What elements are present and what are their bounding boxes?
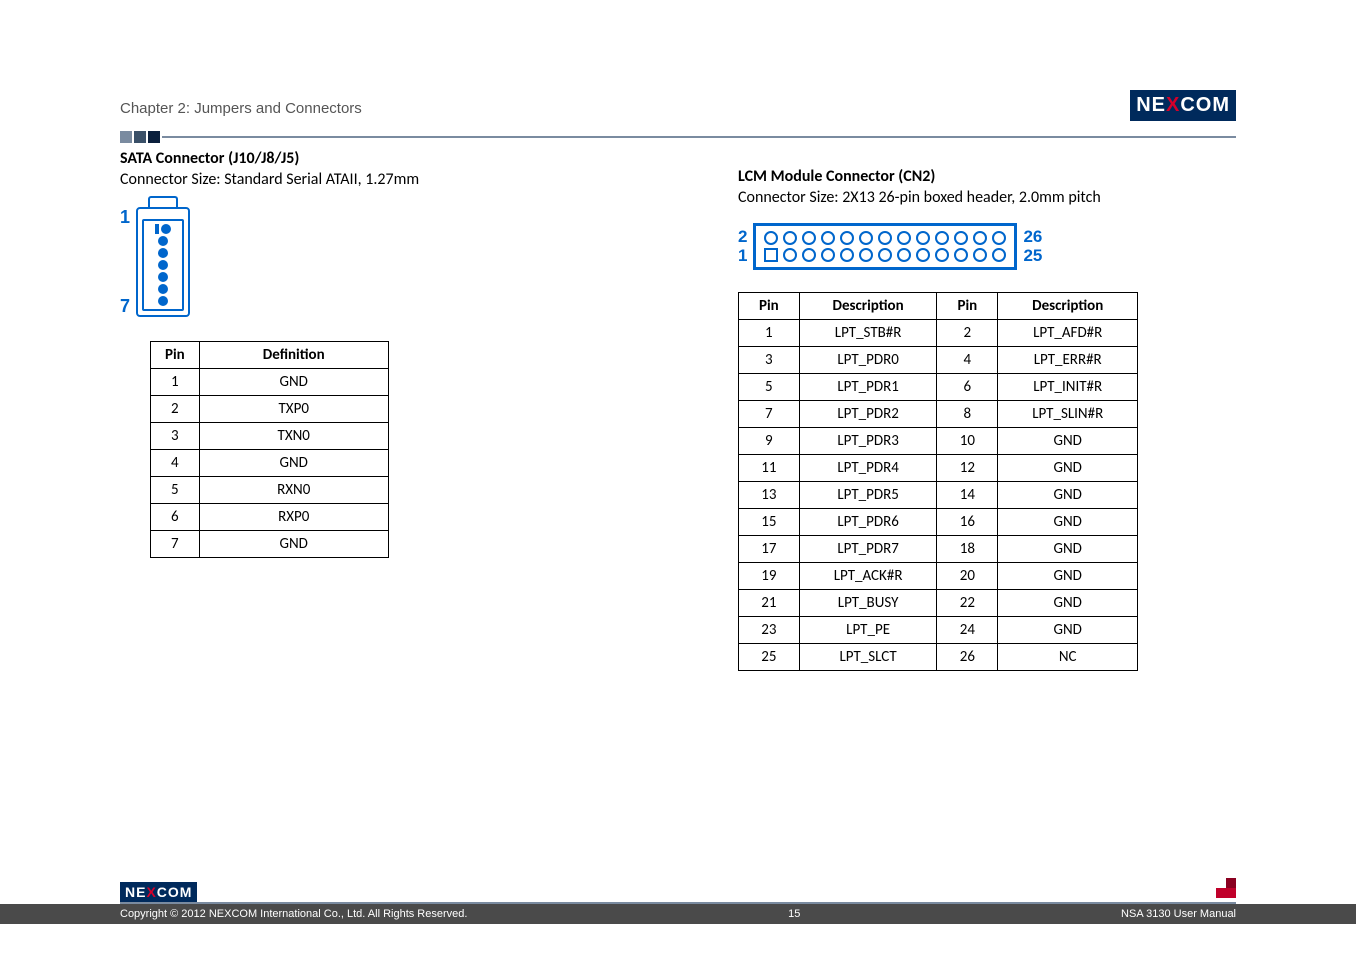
lcm-th-pin1: Pin: [739, 293, 800, 320]
table-row: 4GND: [151, 450, 389, 477]
table-row: 2TXP0: [151, 396, 389, 423]
lcm-connector-diagram: 2 1 26 25: [738, 223, 1236, 270]
sata-pin-1-label: 1: [120, 207, 130, 228]
table-row: 21LPT_BUSY22GND: [739, 590, 1138, 617]
table-row: 1GND: [151, 369, 389, 396]
lcm-title: LCM Module Connector (CN2): [738, 167, 1236, 186]
table-row: 5RXN0: [151, 477, 389, 504]
sata-th-def: Definition: [199, 342, 388, 369]
lcm-pin-26-label: 26: [1023, 228, 1042, 247]
lcm-pin-25-label: 25: [1023, 247, 1042, 266]
table-row: 6RXP0: [151, 504, 389, 531]
table-row: 11LPT_PDR412GND: [739, 455, 1138, 482]
table-row: 3TXN0: [151, 423, 389, 450]
divider-top: [120, 131, 1236, 143]
footer-page-number: 15: [467, 908, 1121, 920]
table-row: 7LPT_PDR28LPT_SLIN#R: [739, 401, 1138, 428]
footer-copyright: Copyright © 2012 NEXCOM International Co…: [120, 908, 467, 920]
sata-th-pin: Pin: [151, 342, 200, 369]
table-row: 19LPT_ACK#R20GND: [739, 563, 1138, 590]
page-footer: NEXCOM Copyright © 2012 NEXCOM Internati…: [0, 882, 1356, 924]
sata-connector-diagram: 1 7: [120, 207, 618, 317]
table-row: 5LPT_PDR16LPT_INIT#R: [739, 374, 1138, 401]
brand-com: COM: [1180, 94, 1230, 116]
lcm-th-desc1: Description: [799, 293, 937, 320]
lcm-th-desc2: Description: [998, 293, 1138, 320]
lcm-pin-2-label: 2: [738, 228, 747, 247]
sata-pinout-table: Pin Definition 1GND2TXP03TXN04GND5RXN06R…: [150, 341, 389, 558]
brand-logo: NEXCOM: [1130, 90, 1236, 121]
table-row: 9LPT_PDR310GND: [739, 428, 1138, 455]
table-row: 15LPT_PDR616GND: [739, 509, 1138, 536]
brand-ne: NE: [1136, 94, 1166, 116]
table-row: 17LPT_PDR718GND: [739, 536, 1138, 563]
lcm-pinout-table: Pin Description Pin Description 1LPT_STB…: [738, 292, 1138, 671]
lcm-subtitle: Connector Size: 2X13 26-pin boxed header…: [738, 188, 1236, 207]
table-row: 7GND: [151, 531, 389, 558]
footer-doc-title: NSA 3130 User Manual: [1121, 908, 1236, 920]
footer-brand-logo: NEXCOM: [120, 882, 197, 902]
lcm-pin-1-label: 1: [738, 247, 747, 266]
lcm-th-pin2: Pin: [937, 293, 998, 320]
table-row: 3LPT_PDR04LPT_ERR#R: [739, 347, 1138, 374]
sata-pin-7-label: 7: [120, 296, 130, 317]
brand-x: X: [1166, 94, 1180, 116]
table-row: 23LPT_PE24GND: [739, 617, 1138, 644]
sata-subtitle: Connector Size: Standard Serial ATAII, 1…: [120, 170, 618, 189]
table-row: 1LPT_STB#R2LPT_AFD#R: [739, 320, 1138, 347]
sata-title: SATA Connector (J10/J8/J5): [120, 149, 618, 168]
chapter-title: Chapter 2: Jumpers and Connectors: [120, 100, 1236, 117]
table-row: 25LPT_SLCT26NC: [739, 644, 1138, 671]
table-row: 13LPT_PDR514GND: [739, 482, 1138, 509]
